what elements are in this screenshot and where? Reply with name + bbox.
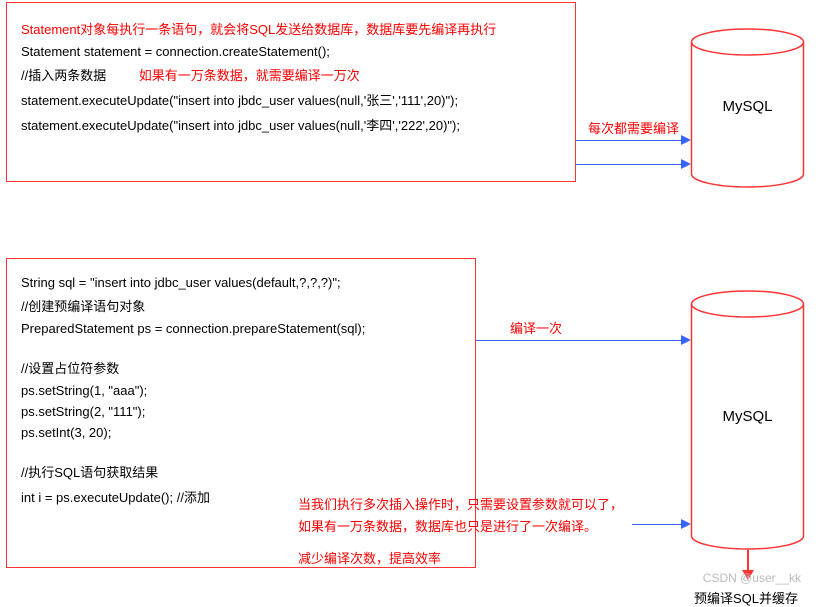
box1-line2b: 如果有一万条数据，就需要编译一万次	[139, 68, 360, 83]
box2-line8: //执行SQL语句获取结果	[21, 462, 461, 481]
arrow4-head	[681, 519, 691, 529]
arrow2	[576, 164, 682, 165]
note-reduce-compile: 减少编译次数，提高效率	[298, 548, 441, 567]
box2-line2: //创建预编译语句对象	[21, 296, 461, 315]
box2-line3: PreparedStatement ps = connection.prepar…	[21, 321, 461, 336]
watermark: CSDN @user__kk	[703, 571, 801, 585]
box1-line2: //插入两条数据 如果有一万条数据，就需要编译一万次	[21, 65, 561, 84]
note-compile-everytime: 每次都需要编译	[588, 118, 679, 137]
mysql-db-top: MySQL	[690, 28, 805, 188]
box1-title: Statement对象每执行一条语句，就会将SQL发送给数据库，数据库要先编译再…	[21, 19, 561, 38]
db-bottom-label: MySQL	[690, 408, 805, 425]
box1-line4: statement.executeUpdate("insert into jdb…	[21, 115, 561, 134]
box2-line1: String sql = "insert into jdbc_user valu…	[21, 275, 461, 290]
note-multi-insert-2: 如果有一万条数据，数据库也只是进行了一次编译。	[298, 516, 597, 535]
bottom-partial-text: 预编译SQL并缓存	[694, 588, 798, 607]
note-compile-once: 编译一次	[510, 318, 562, 337]
mysql-db-bottom: MySQL	[690, 290, 805, 550]
note-multi-insert-1: 当我们执行多次插入操作时，只需要设置参数就可以了，	[298, 494, 623, 513]
arrow4	[632, 524, 682, 525]
db-top-label: MySQL	[690, 98, 805, 115]
arrow1-head	[681, 135, 691, 145]
arrow1	[576, 140, 682, 141]
box1-line2a: //插入两条数据	[21, 68, 106, 83]
arrow2-head	[681, 159, 691, 169]
box2-line7: ps.setInt(3, 20);	[21, 425, 461, 440]
arrow3	[476, 340, 682, 341]
box2-line5: ps.setString(1, "aaa");	[21, 383, 461, 398]
box2-line4: //设置占位符参数	[21, 358, 461, 377]
statement-code-box: Statement对象每执行一条语句，就会将SQL发送给数据库，数据库要先编译再…	[6, 2, 576, 182]
box1-line3: statement.executeUpdate("insert into jbd…	[21, 90, 561, 109]
box1-line1: Statement statement = connection.createS…	[21, 44, 561, 59]
box2-line6: ps.setString(2, "111");	[21, 404, 461, 419]
